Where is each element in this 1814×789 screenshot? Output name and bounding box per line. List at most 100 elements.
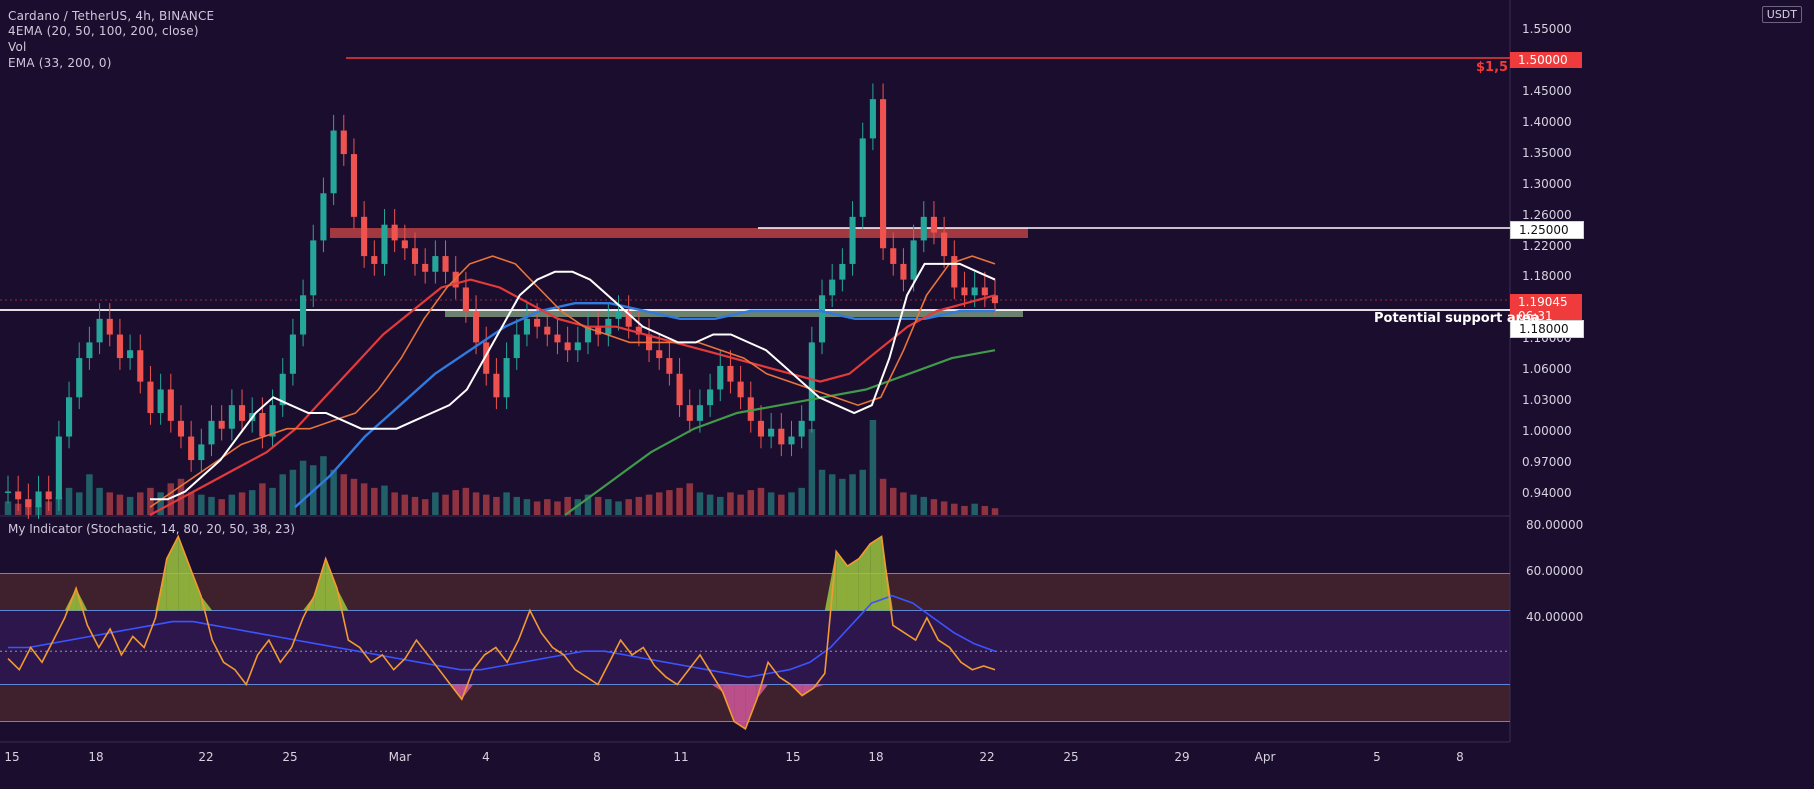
osc-middle-band-fill [0, 610, 1510, 685]
volume-bar [4, 501, 12, 515]
candle-body [259, 413, 266, 437]
volume-bar [737, 494, 744, 515]
candle-body [35, 491, 42, 508]
candle-body [910, 240, 917, 280]
volume-bar [951, 503, 958, 515]
candle-body [788, 436, 795, 445]
candle-body [920, 216, 927, 241]
candle-body [269, 405, 276, 437]
candle-body [564, 342, 571, 351]
candle-body [656, 350, 663, 359]
candle-body [849, 216, 856, 264]
volume-bar [686, 483, 693, 515]
volume-bar [208, 496, 215, 515]
volume-bar [238, 492, 246, 515]
candle-body [391, 224, 398, 241]
date-tick-label: 15 [785, 750, 801, 764]
candle-body [86, 342, 93, 359]
candle-body [127, 350, 134, 359]
date-tick-label: 22 [198, 750, 214, 764]
date-tick-label: Apr [1254, 750, 1276, 764]
date-tick-label: Mar [388, 750, 412, 764]
date-tick-label: 18 [88, 750, 104, 764]
date-tick-label: 4 [482, 750, 490, 764]
candle-body [371, 256, 378, 264]
candle-body [188, 436, 195, 461]
candle-body [106, 318, 113, 335]
date-tick-label: 29 [1174, 750, 1190, 764]
volume-bar [289, 469, 297, 515]
candle-body [432, 256, 439, 272]
volume-bar [778, 494, 785, 515]
volume-bar [442, 494, 449, 515]
candle-body [981, 287, 988, 296]
legend-ema: 4EMA (20, 50, 100, 200, close) [8, 24, 199, 38]
candle-body [717, 365, 724, 390]
volume-bar [940, 501, 948, 515]
volume-bar [615, 501, 622, 515]
candle-body [15, 491, 22, 500]
candle-body [544, 326, 551, 335]
candle-body [65, 397, 73, 437]
volume-bar [991, 508, 999, 515]
price-tick-label: 0.94000 [1522, 486, 1572, 500]
candle-body [55, 436, 62, 500]
candle-body [76, 358, 83, 398]
volume-bar [340, 474, 348, 515]
date-tick-label: 8 [593, 750, 601, 764]
volume-bar [462, 487, 470, 515]
osc-overbought-fill [847, 558, 859, 611]
volume-bar [859, 469, 866, 515]
price-tick-label: 1.40000 [1522, 114, 1572, 129]
volume-bar [849, 474, 856, 515]
volume-bar [869, 420, 877, 515]
price-tick-label: 1.35000 [1522, 145, 1572, 160]
currency-label[interactable]: USDT [1761, 6, 1802, 23]
date-tick-label: 15 [4, 750, 20, 764]
candle-body [208, 420, 215, 445]
candle-body [900, 263, 907, 280]
candle-body [768, 428, 775, 437]
volume-bar [187, 492, 195, 515]
volume-bar [86, 474, 93, 515]
osc-tick-label: 40.00000 [1526, 610, 1584, 624]
volume-bar [717, 496, 724, 515]
candle-body [737, 381, 744, 398]
candle-body [798, 420, 805, 437]
candle-body [411, 248, 419, 264]
candle-body [513, 334, 520, 359]
candle-body [890, 248, 897, 264]
candle-body [218, 420, 225, 429]
volume-bar [330, 469, 337, 515]
candle-body [350, 154, 358, 217]
volume-bar [879, 478, 887, 515]
volume-bar [666, 490, 673, 515]
candle-body [157, 389, 164, 413]
volume-bar [482, 494, 490, 515]
volume-bar [645, 494, 653, 515]
candle-body [941, 232, 948, 257]
volume-bar [320, 456, 327, 515]
price-tick-label: 1.18000 [1522, 269, 1572, 284]
volume-bar [808, 429, 816, 515]
volume-bar [533, 501, 541, 515]
volume-bar [513, 496, 521, 515]
candle-body [707, 389, 714, 406]
date-tick-label: 25 [282, 750, 298, 764]
osc-tick-label: 60.00000 [1526, 564, 1584, 578]
candle-body [289, 334, 296, 374]
volume-bar [889, 487, 897, 515]
resistance-label: $1,5 [1476, 60, 1509, 75]
date-tick-label: 11 [673, 750, 689, 764]
legend-volume: Vol [8, 40, 27, 54]
volume-bar [391, 492, 398, 515]
legend-oscillator: My Indicator (Stochastic, 14, 80, 20, 50… [8, 522, 295, 536]
volume-bar [96, 487, 103, 515]
volume-bar [839, 478, 846, 515]
volume-bar [696, 492, 704, 515]
date-tick-label: 18 [868, 750, 884, 764]
candle-body [4, 491, 12, 493]
volume-bar [371, 487, 378, 515]
volume-bar [126, 496, 134, 515]
candle-body [228, 405, 235, 429]
